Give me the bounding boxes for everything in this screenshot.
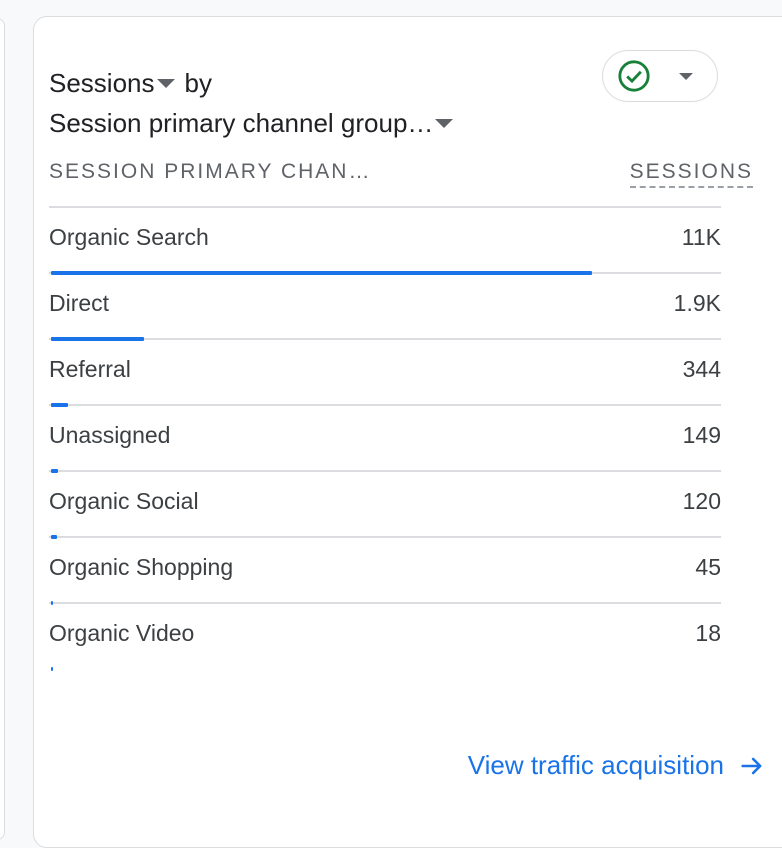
column-header-sessions[interactable]: SESSIONS [629, 160, 753, 188]
row-label: Organic Social [49, 488, 199, 514]
row-bar [51, 667, 53, 671]
row-label: Unassigned [49, 422, 171, 448]
table-row: Organic Shopping 45 [49, 538, 721, 605]
table-row: Organic Video 18 [49, 604, 721, 671]
column-header-dimension: SESSION PRIMARY CHAN… [49, 160, 372, 183]
row-value: 149 [682, 422, 721, 448]
row-value: 18 [695, 620, 721, 646]
dimension-selector[interactable]: Session primary channel group… [49, 108, 433, 139]
dimension-dropdown-icon[interactable] [435, 119, 454, 128]
row-value: 11K [681, 224, 721, 250]
row-value: 1.9K [673, 290, 721, 316]
insights-status-button[interactable] [602, 50, 718, 102]
chevron-down-icon [679, 72, 693, 80]
row-label: Organic Shopping [49, 554, 234, 580]
by-text: by [184, 68, 212, 98]
row-label: Direct [49, 290, 110, 316]
row-value: 344 [682, 356, 721, 382]
table-row: Organic Social 120 [49, 472, 721, 539]
table-row: Organic Search 11K [49, 208, 721, 275]
row-label: Organic Search [49, 224, 209, 250]
adjacent-card-edge [0, 18, 5, 840]
row-value: 45 [695, 554, 721, 580]
metric-dropdown-icon[interactable] [156, 79, 175, 88]
card-title-dimension: Session primary channel group… [49, 108, 457, 139]
card-title-metric: Sessions by [49, 68, 212, 99]
table-row: Unassigned 149 [49, 406, 721, 473]
table-row: Direct 1.9K [49, 274, 721, 341]
check-circle-icon [617, 59, 651, 93]
row-label: Organic Video [49, 620, 195, 646]
table-row: Referral 344 [49, 340, 721, 407]
row-value: 120 [682, 488, 721, 514]
metric-selector[interactable]: Sessions [49, 68, 155, 99]
arrow-right-icon [738, 752, 766, 780]
view-traffic-acquisition-link[interactable]: View traffic acquisition [468, 750, 766, 781]
channel-table: Organic Search 11K Direct 1.9K Referral … [49, 208, 721, 671]
link-label: View traffic acquisition [467, 750, 724, 780]
row-label: Referral [49, 356, 131, 382]
